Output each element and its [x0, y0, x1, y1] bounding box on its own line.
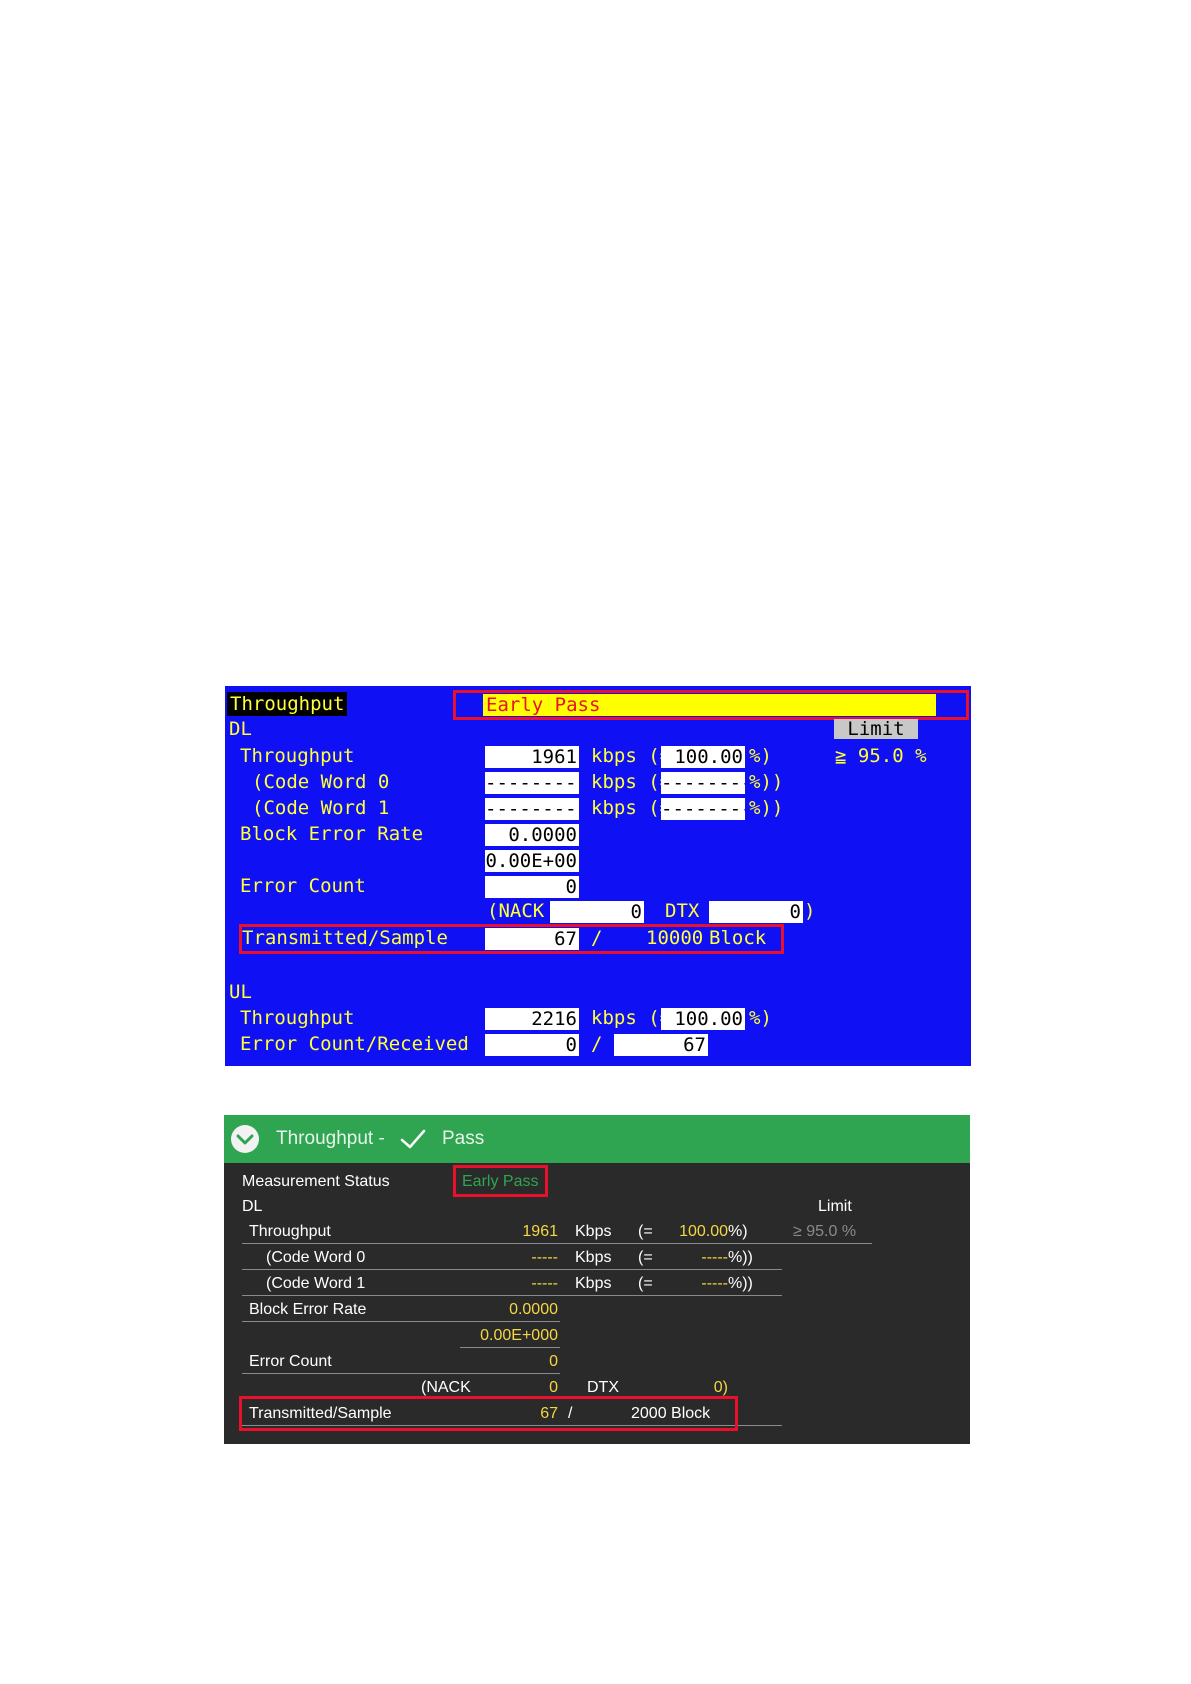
legacy-dl-label: DL	[229, 718, 252, 740]
modern-nack-value: 0	[549, 1379, 558, 1396]
modern-dtx-value: 0)	[713, 1379, 728, 1396]
legacy-throughput-label: Throughput	[240, 745, 355, 767]
legacy-bler-value: 0.0000	[485, 824, 579, 846]
legacy-cw1-percent: ---------	[661, 798, 745, 820]
legacy-throughput-close: %)	[749, 745, 772, 767]
legacy-throughput-panel: Throughput Early Pass DL Limit ≧ 95.0 % …	[225, 686, 971, 1066]
legacy-cw0-unit: kbps (=	[591, 771, 672, 793]
legacy-ul-throughput-label: Throughput	[240, 1007, 355, 1029]
modern-cw0-label: (Code Word 0	[266, 1249, 366, 1266]
legacy-ul-throughput-value: 2216	[485, 1008, 579, 1030]
modern-throughput-close: %)	[728, 1223, 748, 1240]
modern-cw0-open: (=	[638, 1249, 653, 1266]
legacy-ul-throughput-close: %)	[749, 1007, 772, 1029]
legacy-throughput-percent: 100.00	[661, 746, 745, 768]
pass-check-icon	[399, 1127, 427, 1151]
modern-cw1-percent: -----	[701, 1275, 728, 1292]
modern-throughput-open: (=	[638, 1223, 653, 1240]
legacy-dtx-value: 0	[709, 901, 803, 923]
legacy-dtx-close: )	[804, 900, 816, 922]
modern-throughput-unit: Kbps	[575, 1223, 612, 1240]
modern-throughput-label: Throughput	[249, 1223, 331, 1240]
legacy-transmitted-highlight	[239, 924, 784, 954]
legacy-limit-value: ≧ 95.0 %	[835, 745, 927, 767]
modern-cw1-close: %))	[728, 1275, 753, 1292]
legacy-throughput-value: 1961	[485, 746, 579, 768]
legacy-cw1-value: ----------	[485, 798, 579, 820]
legacy-cw1-unit: kbps (=	[591, 797, 672, 819]
legacy-cw0-close: %))	[749, 771, 784, 793]
row-divider	[242, 1295, 782, 1296]
legacy-dtx-label: DTX	[665, 900, 700, 922]
legacy-ul-received-value: 67	[614, 1034, 708, 1056]
legacy-bler-label: Block Error Rate	[240, 823, 424, 845]
modern-dtx-label: DTX	[587, 1379, 619, 1396]
modern-cw1-label: (Code Word 1	[266, 1275, 366, 1292]
transmitted-highlight	[239, 1396, 738, 1431]
legacy-ul-error-received-label: Error Count/Received	[240, 1033, 469, 1055]
legacy-error-count-value: 0	[485, 876, 579, 898]
modern-throughput-value: 1961	[522, 1223, 558, 1240]
modern-cw1-value: -----	[531, 1275, 558, 1292]
modern-throughput-panel: Throughput - Pass Measurement Status Ear…	[224, 1115, 970, 1444]
legacy-ul-error-sep: /	[591, 1033, 603, 1055]
modern-title: Throughput -	[276, 1128, 385, 1149]
row-divider	[242, 1243, 872, 1244]
measurement-status-label: Measurement Status	[242, 1173, 390, 1190]
modern-error-count-label: Error Count	[249, 1353, 332, 1370]
legacy-status-highlight	[453, 690, 969, 720]
modern-bler-exp-value: 0.00E+000	[480, 1327, 558, 1344]
legacy-error-count-label: Error Count	[240, 875, 366, 897]
row-divider	[460, 1347, 560, 1348]
row-divider	[242, 1321, 560, 1322]
legacy-ul-error-value: 0	[485, 1034, 579, 1056]
modern-cw1-unit: Kbps	[575, 1275, 612, 1292]
row-divider	[242, 1373, 560, 1374]
modern-cw0-close: %))	[728, 1249, 753, 1266]
modern-cw0-unit: Kbps	[575, 1249, 612, 1266]
modern-nack-label: (NACK	[421, 1379, 471, 1396]
legacy-ul-throughput-percent: 100.00	[661, 1008, 745, 1030]
modern-throughput-percent: 100.00	[679, 1223, 728, 1240]
modern-result: Pass	[442, 1128, 485, 1149]
legacy-cw1-close: %))	[749, 797, 784, 819]
modern-cw1-open: (=	[638, 1275, 653, 1292]
legacy-throughput-unit: kbps (=	[591, 745, 672, 767]
modern-error-count-value: 0	[549, 1353, 558, 1370]
measurement-status-highlight	[453, 1165, 548, 1197]
legacy-cw0-value: ----------	[485, 772, 579, 794]
modern-cw0-percent: -----	[701, 1249, 728, 1266]
modern-bler-label: Block Error Rate	[249, 1301, 367, 1318]
legacy-ul-label: UL	[229, 981, 252, 1003]
legacy-nack-value: 0	[550, 901, 644, 923]
legacy-nack-label: (NACK	[487, 900, 545, 922]
modern-limit-label: Limit	[818, 1198, 852, 1215]
modern-bler-value: 0.0000	[509, 1301, 558, 1318]
legacy-ul-throughput-unit: kbps (=	[591, 1007, 672, 1029]
legacy-cw1-label: (Code Word 1	[252, 797, 390, 819]
row-divider	[242, 1269, 782, 1270]
legacy-cw0-percent: ---------	[661, 772, 745, 794]
legacy-limit-button[interactable]: Limit	[834, 719, 918, 739]
modern-throughput-limit: ≥ 95.0 %	[793, 1223, 857, 1240]
legacy-cw0-label: (Code Word 0	[252, 771, 390, 793]
modern-header[interactable]: Throughput - Pass	[224, 1115, 970, 1163]
modern-cw0-value: -----	[531, 1249, 558, 1266]
legacy-bler-exp-value: 0.00E+00	[485, 850, 579, 872]
collapse-chevron-icon[interactable]	[230, 1124, 260, 1154]
legacy-title: Throughput	[227, 692, 348, 716]
modern-dl-label: DL	[242, 1198, 263, 1215]
